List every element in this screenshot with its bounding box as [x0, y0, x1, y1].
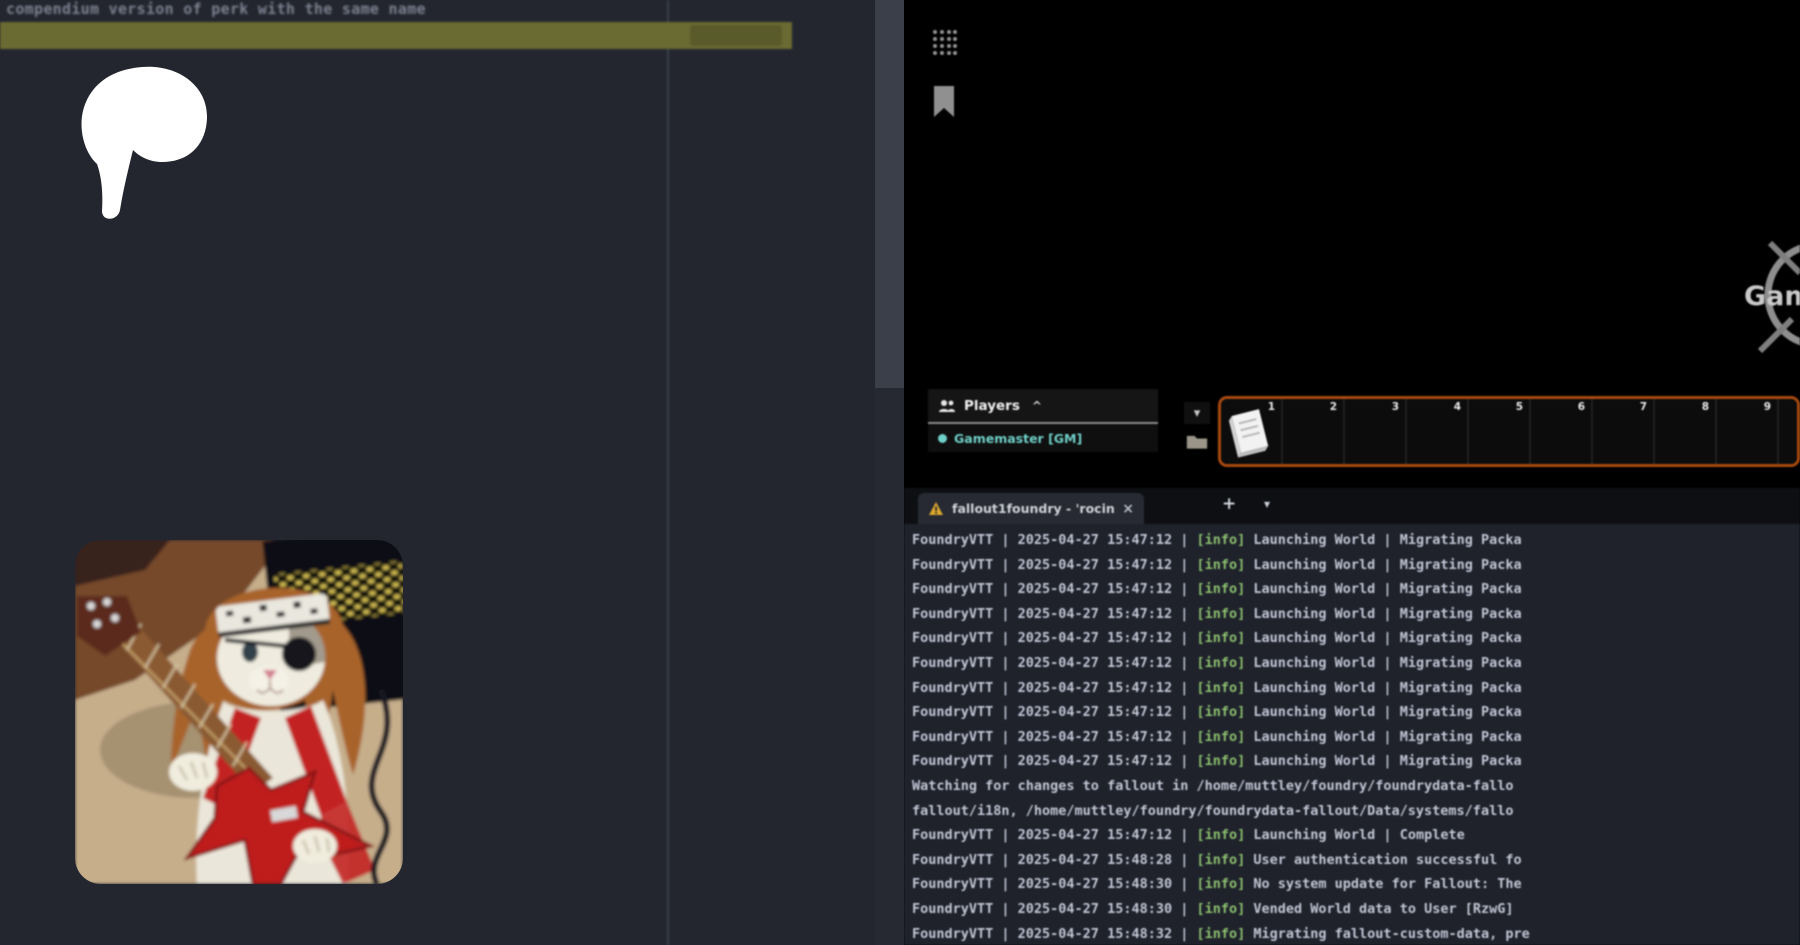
white-blob-overlay: [70, 58, 220, 233]
player-color-dot: [938, 434, 947, 443]
info-badge: [info]: [1196, 655, 1245, 671]
terminal-log-line: FoundryVTT | 2025-04-27 15:47:12 | [info…: [912, 725, 1800, 750]
hotbar-slot-number: 6: [1578, 401, 1585, 413]
info-badge: [info]: [1196, 557, 1245, 573]
editor-scrollbar-thumb[interactable]: [875, 0, 904, 388]
terminal-log-line: Watching for changes to fallout in /home…: [912, 774, 1800, 799]
hotbar-slot-number: 8: [1702, 401, 1709, 413]
terminal-log-line: FoundryVTT | 2025-04-27 15:47:12 | [info…: [912, 651, 1800, 676]
hotbar-slot-number: 2: [1330, 401, 1337, 413]
terminal-log-line: FoundryVTT | 2025-04-27 15:48:32 | [info…: [912, 922, 1800, 945]
hotbar-slot[interactable]: 2: [1283, 399, 1345, 464]
partial-game-logo: Gam: [1740, 233, 1800, 363]
terminal-log-line: FoundryVTT | 2025-04-27 15:48:30 | [info…: [912, 872, 1800, 897]
info-badge: [info]: [1196, 753, 1245, 769]
terminal-log-line: FoundryVTT | 2025-04-27 15:47:12 | [info…: [912, 749, 1800, 774]
terminal-tab[interactable]: fallout1foundry - 'rocinante' ×: [918, 493, 1144, 524]
hotbar-slot[interactable]: 4: [1407, 399, 1469, 464]
screen: compendium version of perk with the same…: [0, 0, 1800, 945]
hotbar-slot[interactable]: 6: [1531, 399, 1593, 464]
info-badge: [info]: [1196, 630, 1245, 646]
terminal-log-line: FoundryVTT | 2025-04-27 15:48:28 | [info…: [912, 848, 1800, 873]
chevron-up-icon[interactable]: ^: [1032, 399, 1042, 413]
terminal-log-line: FoundryVTT | 2025-04-27 15:47:12 | [info…: [912, 676, 1800, 701]
hotbar-slot-number: 3: [1392, 401, 1399, 413]
hotbar-slot-number: 9: [1764, 401, 1771, 413]
terminal-tab-bar: fallout1foundry - 'rocinante' × + ▾: [904, 488, 1800, 524]
terminal-log-lines: FoundryVTT | 2025-04-27 15:47:12 | [info…: [912, 528, 1800, 945]
hotbar-slot[interactable]: [1779, 399, 1800, 464]
code-line-template-string: ate Perk '${itemData.name}' belonging to…: [0, 286, 866, 313]
info-badge: [info]: [1196, 606, 1245, 622]
terminal-log-line: FoundryVTT | 2025-04-27 15:47:12 | [info…: [912, 823, 1800, 848]
terminal-log-line: FoundryVTT | 2025-04-27 15:48:30 | [info…: [912, 897, 1800, 922]
hotbar-slot[interactable]: 5: [1469, 399, 1531, 464]
bookmark-icon[interactable]: [932, 86, 956, 118]
cat-eyepatch: [282, 637, 316, 671]
hotbar-page-caret-button[interactable]: ▾: [1184, 402, 1210, 424]
terminal-log-line: FoundryVTT | 2025-04-27 15:47:12 | [info…: [912, 626, 1800, 651]
hotbar-slot[interactable]: 7: [1593, 399, 1655, 464]
close-icon[interactable]: ×: [1122, 501, 1134, 517]
terminal-log-line: FoundryVTT | 2025-04-27 15:47:12 | [info…: [912, 700, 1800, 725]
highlight-overlay-badge: [690, 25, 782, 46]
game-canvas[interactable]: Gam Players ^ Gamemaster [GM: [904, 0, 1800, 945]
info-badge: [info]: [1196, 581, 1245, 597]
info-badge: [info]: [1196, 680, 1245, 696]
hotbar-slot[interactable]: 3: [1345, 399, 1407, 464]
info-badge: [info]: [1196, 876, 1245, 892]
terminal-log-line: FoundryVTT | 2025-04-27 15:47:12 | [info…: [912, 577, 1800, 602]
hotbar-slot[interactable]: 8: [1655, 399, 1717, 464]
hotbar-slots: 1 2 3 4 5 6 7 8: [1221, 399, 1797, 464]
info-badge: [info]: [1196, 827, 1245, 843]
info-badge: [info]: [1196, 532, 1245, 548]
players-icon: [938, 399, 956, 413]
editor-scrollbar[interactable]: [875, 0, 904, 945]
chevron-down-icon[interactable]: ▾: [1264, 497, 1270, 511]
terminal-log-line: FoundryVTT | 2025-04-27 15:47:12 | [info…: [912, 553, 1800, 578]
warning-icon: [928, 501, 944, 516]
info-badge: [info]: [1196, 901, 1245, 917]
terminal-window[interactable]: fallout1foundry - 'rocinante' × + ▾ Foun…: [904, 488, 1800, 945]
cat-rockstar-image: [75, 540, 403, 884]
info-badge: [info]: [1196, 704, 1245, 720]
terminal-log-line: FoundryVTT | 2025-04-27 15:47:12 | [info…: [912, 602, 1800, 627]
code-line-true: rue }: [0, 314, 866, 341]
info-badge: [info]: [1196, 926, 1245, 942]
terminal-log-line: FoundryVTT | 2025-04-27 15:47:12 | [info…: [912, 528, 1800, 553]
hotbar-slot-number: 5: [1516, 401, 1523, 413]
info-badge: [info]: [1196, 729, 1245, 745]
folder-icon: [1186, 432, 1208, 450]
macro-folder-button[interactable]: [1184, 428, 1210, 454]
terminal-tab-title: fallout1foundry - 'rocinante': [952, 501, 1114, 516]
player-name: Gamemaster [GM]: [954, 431, 1082, 446]
new-tab-button[interactable]: +: [1222, 494, 1236, 514]
players-header[interactable]: Players ^: [928, 389, 1158, 424]
cat-paw-left: [169, 753, 217, 791]
cat-image-svg: [75, 540, 403, 884]
terminal-log-area[interactable]: FoundryVTT | 2025-04-27 15:47:12 | [info…: [904, 524, 1800, 945]
code-line-comment: compendium version of perk with the same…: [0, 0, 866, 23]
info-badge: [info]: [1196, 852, 1245, 868]
caret-down-icon: ▾: [1194, 406, 1201, 421]
players-title: Players: [964, 398, 1020, 414]
macro-hotbar[interactable]: 1 2 3 4 5 6 7 8: [1218, 396, 1800, 467]
macro-book-icon[interactable]: [1226, 404, 1274, 458]
cat-paw-right: [293, 829, 337, 863]
code-line-warn: arn(: [0, 258, 866, 285]
editor-ruler-line: [667, 0, 669, 945]
grid-dots-icon[interactable]: [930, 26, 958, 56]
hotbar-slot[interactable]: 9: [1717, 399, 1779, 464]
player-row[interactable]: Gamemaster [GM]: [928, 424, 1158, 452]
hotbar-slot-number: 7: [1640, 401, 1647, 413]
terminal-log-line: fallout/i18n, /home/muttley/foundry/foun…: [912, 799, 1800, 824]
logo-text: Gam: [1744, 281, 1800, 312]
hotbar-slot-number: 4: [1454, 401, 1461, 413]
players-list: Gamemaster [GM]: [928, 424, 1158, 452]
players-panel: Players ^ Gamemaster [GM]: [928, 389, 1158, 452]
code-line-find-highlighted: ks.Dfind(perk => perk.name===itemData.na…: [0, 22, 792, 49]
